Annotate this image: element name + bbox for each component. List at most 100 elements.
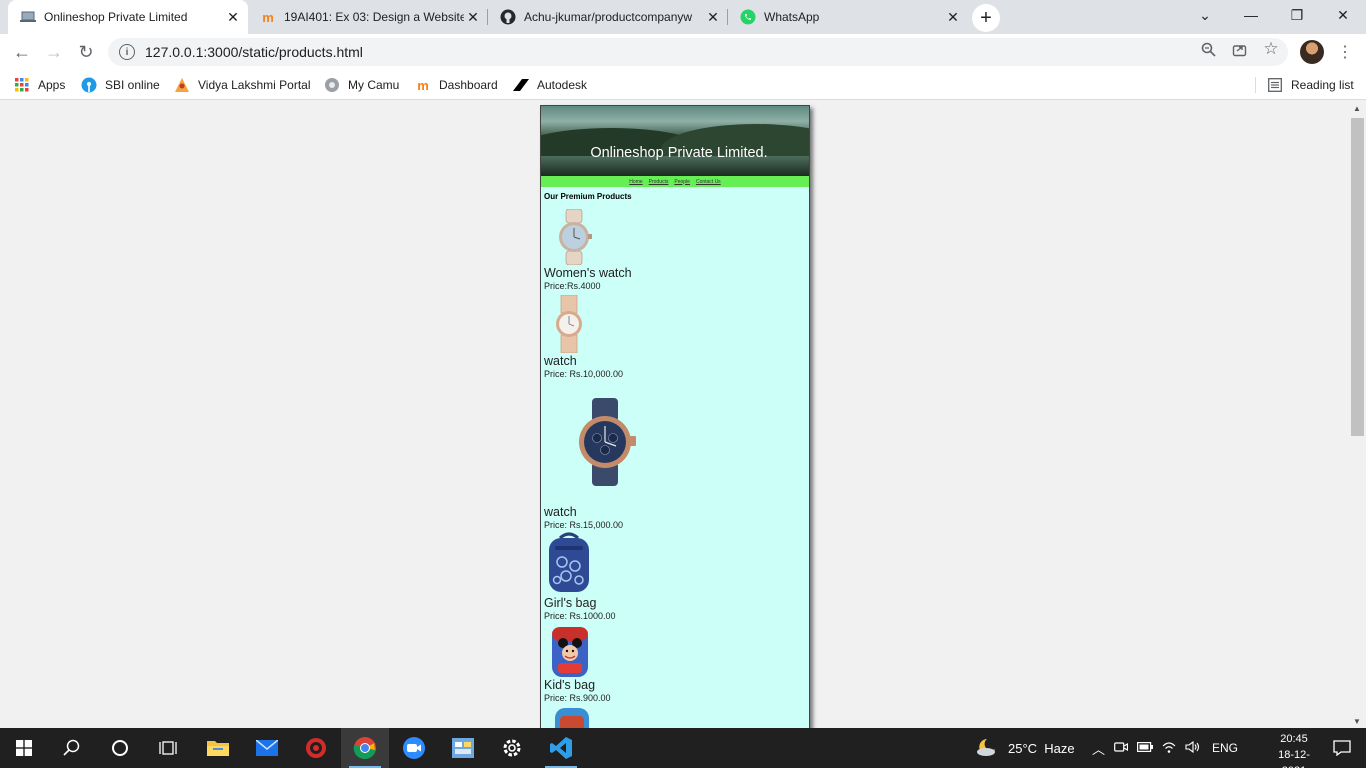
minimize-button[interactable]: — [1228,0,1274,30]
tab-title: 19AI401: Ex 03: Design a Website [284,10,464,24]
url-text[interactable]: 127.0.0.1:3000/static/products.html [145,44,363,60]
tab-whatsapp[interactable]: WhatsApp ✕ [728,0,968,34]
vidya-icon [174,77,190,93]
reading-list-icon [1267,77,1283,93]
product-price: Price: Rs.15,000.00 [544,520,624,530]
mail-icon[interactable] [243,728,291,768]
moon-cloud-icon [976,737,998,760]
cortana-icon[interactable] [96,728,144,768]
bookmark-my-camu[interactable]: My Camu [324,76,399,94]
product-name: Kid's bag [544,678,596,692]
back-arrow-icon[interactable]: ← [8,38,36,66]
close-tab-icon[interactable]: ✕ [224,8,242,26]
bookmark-label: Autodesk [537,78,588,92]
language-indicator[interactable]: ENG [1212,728,1238,768]
reading-list-label: Reading list [1291,78,1354,92]
clock-time: 20:45 [1280,733,1308,745]
bookmark-star-icon[interactable]: ☆ [1262,39,1280,58]
bookmark-apps[interactable]: Apps [14,76,65,94]
address-bar[interactable]: i 127.0.0.1:3000/static/products.html [108,38,1288,66]
app-red-circle-icon[interactable] [292,728,340,768]
bag-image[interactable] [552,706,592,728]
file-explorer-icon[interactable] [194,728,242,768]
tab-strip: Onlineshop Private Limited ✕ m 19AI401: … [0,0,1366,34]
chrome-icon[interactable] [341,728,389,768]
tab-onlineshop[interactable]: Onlineshop Private Limited ✕ [8,0,248,34]
taskbar-clock[interactable]: 20:45 18-12-2021 [1268,731,1320,768]
close-tab-icon[interactable]: ✕ [944,8,962,26]
tab-github[interactable]: Achu-jkumar/productcompanyw ✕ [488,0,728,34]
sbi-icon [81,77,97,93]
system-tray: ︿ [1092,728,1201,768]
clock-date: 18-12-2021 [1278,749,1310,768]
reload-icon[interactable]: ↻ [72,38,100,66]
bookmark-label: SBI online [105,78,160,92]
nav-contact-link[interactable]: Contact Us [696,179,721,185]
kids-bag-image[interactable] [548,623,592,684]
volume-icon[interactable] [1185,740,1201,756]
task-view-icon[interactable] [144,728,192,768]
search-icon[interactable] [48,728,96,768]
close-tab-icon[interactable]: ✕ [464,8,482,26]
womens-watch-image[interactable] [554,208,596,270]
github-favicon-icon [500,9,516,25]
vscode-icon[interactable] [537,728,585,768]
bookmark-label: Apps [38,78,66,92]
battery-icon[interactable] [1137,741,1154,755]
nav-home-link[interactable]: Home [629,179,642,185]
tab-title: WhatsApp [764,10,820,24]
apps-grid-icon [14,77,30,93]
product-name: watch [544,505,577,519]
reading-list-button[interactable]: Reading list [1267,76,1354,94]
wifi-icon[interactable] [1162,741,1176,756]
share-icon[interactable] [1230,40,1248,58]
tab-title: Achu-jkumar/productcompanyw [524,10,693,24]
notification-icon[interactable] [1318,728,1366,768]
site-title: Onlineshop Private Limited. [590,145,768,161]
tab-search-chevron-icon[interactable]: ⌄ [1182,0,1228,30]
site-info-icon[interactable]: i [119,44,135,60]
bookmarks-separator [1255,77,1256,93]
scroll-down-arrow-icon[interactable]: ▼ [1353,717,1361,726]
rose-gold-watch-image[interactable] [552,294,586,358]
tab-19ai401[interactable]: m 19AI401: Ex 03: Design a Website ✕ [248,0,488,34]
zoom-app-icon[interactable] [390,728,438,768]
girls-bag-image[interactable] [546,532,592,599]
bookmark-vidya-lakshmi[interactable]: Vidya Lakshmi Portal [174,76,311,94]
chevron-up-icon[interactable]: ︿ [1092,739,1105,758]
product-price: Price: Rs.1000.00 [544,611,616,621]
camu-icon [324,77,340,93]
chronograph-watch-image[interactable] [574,398,640,491]
nav-products-link[interactable]: Products [649,179,669,185]
moodle-icon: m [417,77,429,93]
bookmark-sbi-online[interactable]: SBI online [81,76,160,94]
bookmark-dashboard[interactable]: m Dashboard [415,76,498,94]
meet-now-icon[interactable] [1114,741,1129,756]
restore-button[interactable]: ❐ [1274,0,1320,30]
nav-people-link[interactable]: People [674,179,690,185]
scroll-up-arrow-icon[interactable]: ▲ [1353,104,1361,113]
settings-gear-icon[interactable] [488,728,536,768]
page-viewport: Onlineshop Private Limited. Home Product… [0,101,1349,728]
product-price: Price: Rs.900.00 [544,693,611,703]
forward-arrow-icon[interactable]: → [40,38,68,66]
autodesk-icon [513,77,529,93]
control-panel-icon[interactable] [439,728,487,768]
bookmark-label: Dashboard [439,78,498,92]
start-windows-icon[interactable] [0,728,48,768]
product-name: watch [544,354,577,368]
bookmark-autodesk[interactable]: Autodesk [513,76,587,94]
profile-avatar[interactable] [1300,40,1324,64]
close-tab-icon[interactable]: ✕ [704,8,722,26]
product-name: Girl's bag [544,596,597,610]
site-nav: Home Products People Contact Us [541,176,809,187]
zoom-icon[interactable] [1199,40,1217,58]
scroll-thumb[interactable] [1351,118,1364,436]
close-window-button[interactable]: ✕ [1320,0,1366,30]
product-price: Price:Rs.4000 [544,281,601,291]
new-tab-button[interactable]: + [972,4,1000,32]
menu-kebab-icon[interactable]: ⋮ [1335,38,1355,66]
weather-text: 25°C Haze [1008,740,1075,756]
weather-widget[interactable]: 25°C Haze [976,728,1075,768]
page-scrollbar[interactable]: ▲ ▼ [1349,101,1366,728]
